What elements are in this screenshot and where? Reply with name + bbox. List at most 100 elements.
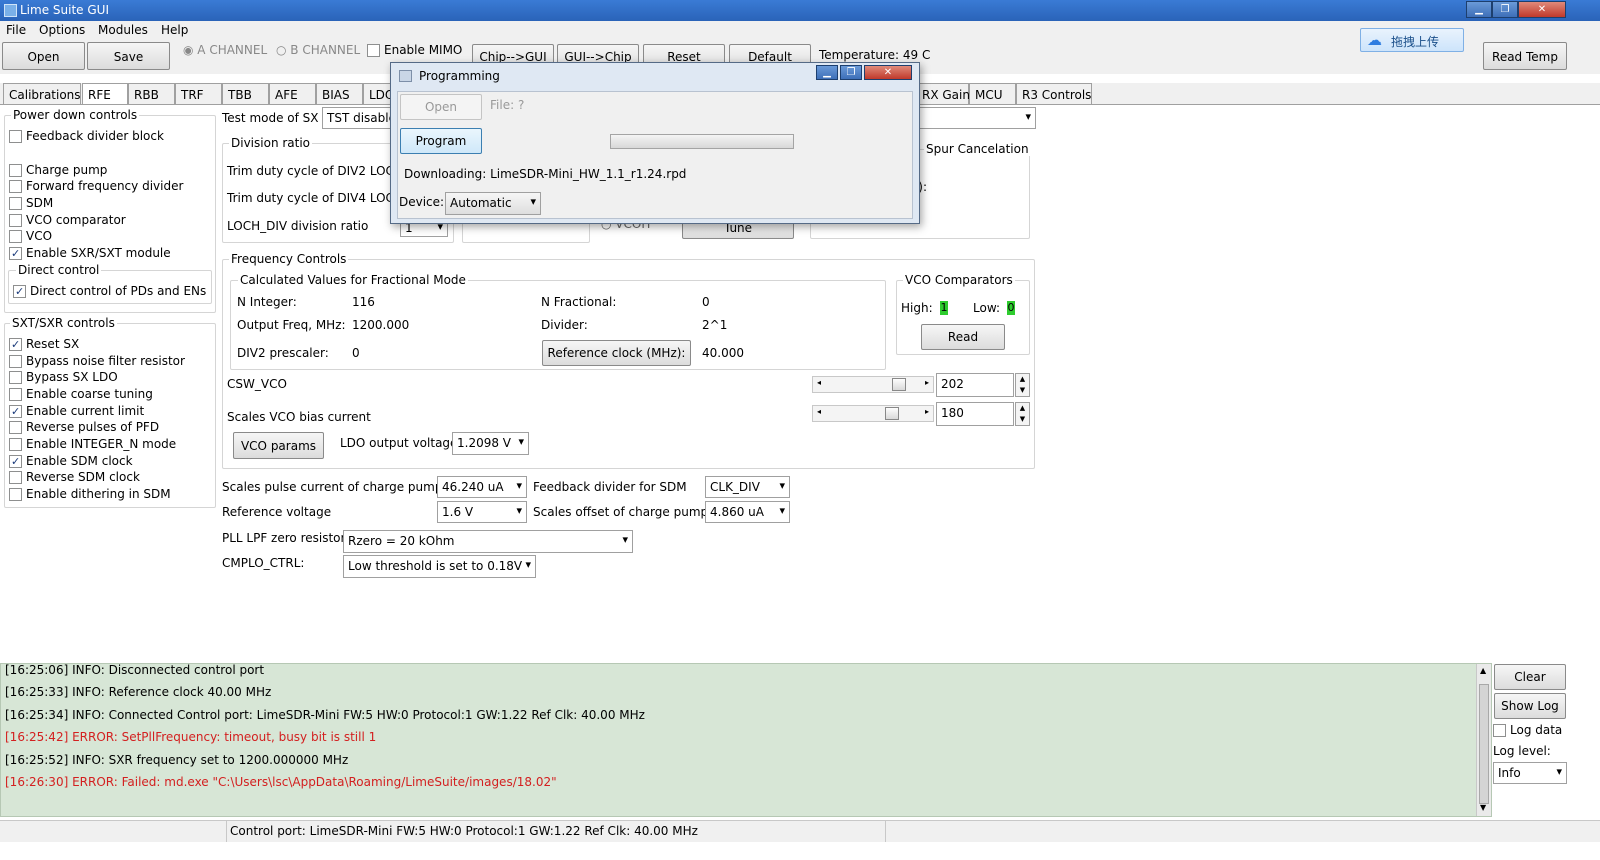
vco-bias-spinbox[interactable]: 180 bbox=[936, 402, 1014, 426]
menu-file[interactable]: File bbox=[6, 23, 26, 37]
tab-bias[interactable]: BIAS bbox=[316, 83, 363, 105]
dialog-close-button[interactable]: ✕ bbox=[864, 65, 912, 80]
open-button[interactable]: Open bbox=[2, 42, 85, 70]
reset-sx-checkbox[interactable]: Reset SX bbox=[9, 337, 79, 352]
arrow-right-icon[interactable]: ▸ bbox=[925, 407, 929, 416]
enable-current-limit-checkbox[interactable]: Enable current limit bbox=[9, 404, 144, 419]
direct-control-checkbox[interactable]: Direct control of PDs and ENs bbox=[13, 284, 206, 299]
tab-rfe[interactable]: RFE bbox=[82, 83, 128, 105]
feedback-sdm-label: Feedback divider for SDM bbox=[533, 480, 687, 494]
cmplo-ctrl-label: CMPLO_CTRL: bbox=[222, 556, 305, 570]
minimize-button[interactable]: ▁ bbox=[1466, 1, 1492, 18]
checkbox-checked-icon bbox=[9, 454, 22, 469]
dialog-maximize-button[interactable]: ❐ bbox=[840, 65, 862, 80]
log-line-error: [16:26:30] ERROR: Failed: md.exe "C:\Use… bbox=[5, 775, 557, 789]
bypass-noise-filter-checkbox[interactable]: Bypass noise filter resistor bbox=[9, 354, 185, 369]
device-select[interactable]: Automatic bbox=[445, 192, 541, 215]
cloud-upload-label: 拖拽上传 bbox=[1391, 35, 1440, 49]
csw-vco-spin-arrows[interactable]: ▲ ▼ bbox=[1015, 373, 1030, 397]
offset-charge-pump-select[interactable]: 4.860 uA bbox=[705, 501, 790, 523]
enable-sdm-clock-checkbox[interactable]: Enable SDM clock bbox=[9, 454, 133, 469]
lpf-zero-resistor-select[interactable]: Rzero = 20 kOhm bbox=[343, 530, 633, 553]
show-log-button[interactable]: Show Log bbox=[1494, 693, 1566, 719]
scroll-up-icon[interactable]: ▲ bbox=[1480, 666, 1486, 675]
checkbox-checked-icon bbox=[9, 404, 22, 419]
programming-progress-bar bbox=[610, 134, 794, 149]
arrow-left-icon[interactable]: ◂ bbox=[817, 378, 821, 387]
save-button[interactable]: Save bbox=[87, 42, 170, 70]
checkbox-icon bbox=[9, 230, 22, 243]
program-button[interactable]: Program bbox=[400, 128, 482, 154]
vco-bias-slider[interactable]: ◂ ▸ bbox=[812, 405, 934, 422]
scroll-thumb[interactable] bbox=[1479, 684, 1489, 804]
checkbox-icon bbox=[9, 421, 22, 434]
read-temp-button[interactable]: Read Temp bbox=[1483, 42, 1567, 70]
menu-help[interactable]: Help bbox=[161, 23, 188, 37]
csw-vco-label: CSW_VCO bbox=[227, 377, 287, 391]
vco-params-button[interactable]: VCO params bbox=[233, 432, 324, 459]
log-pane[interactable]: [16:25:06] INFO: Disconnected control po… bbox=[0, 663, 1492, 817]
slider-thumb[interactable] bbox=[892, 378, 907, 391]
log-data-checkbox[interactable]: Log data bbox=[1493, 723, 1562, 738]
slider-thumb[interactable] bbox=[884, 407, 899, 420]
menu-options[interactable]: Options bbox=[39, 23, 85, 37]
charge-pump-checkbox[interactable]: Charge pump bbox=[9, 163, 107, 178]
vco-comparators-title: VCO Comparators bbox=[903, 273, 1015, 287]
divider-value: 2^1 bbox=[702, 318, 728, 332]
close-button[interactable]: ✕ bbox=[1518, 1, 1566, 18]
arrow-right-icon[interactable]: ▸ bbox=[925, 378, 929, 387]
vco-comparator-checkbox[interactable]: VCO comparator bbox=[9, 213, 126, 228]
cloud-upload-button[interactable]: ☁ 拖拽上传 bbox=[1360, 28, 1464, 52]
enable-coarse-tuning-checkbox[interactable]: Enable coarse tuning bbox=[9, 387, 153, 402]
tab-rbb[interactable]: RBB bbox=[128, 83, 175, 105]
ldo-output-select[interactable]: 1.2098 V bbox=[452, 432, 529, 455]
checkbox-checked-icon bbox=[9, 337, 22, 352]
tab-trf[interactable]: TRF bbox=[175, 83, 222, 105]
frequency-controls-title: Frequency Controls bbox=[229, 252, 349, 266]
forward-divider-checkbox[interactable]: Forward frequency divider bbox=[9, 179, 183, 194]
log-scrollbar[interactable]: ▲ ▼ bbox=[1476, 664, 1491, 816]
reference-clock-button[interactable]: Reference clock (MHz): bbox=[542, 340, 691, 366]
tab-ldo[interactable]: LDO bbox=[363, 83, 394, 105]
checkbox-icon bbox=[9, 371, 22, 384]
scroll-down-icon[interactable]: ▼ bbox=[1480, 803, 1486, 812]
tab-rx-gain[interactable]: RX Gain bbox=[916, 83, 970, 105]
sdm-checkbox[interactable]: SDM bbox=[9, 196, 53, 211]
log-level-label: Log level: bbox=[1493, 744, 1551, 758]
csw-vco-slider[interactable]: ◂ ▸ bbox=[812, 376, 934, 393]
downloading-label: Downloading: LimeSDR-Mini_HW_1.1_r1.24.r… bbox=[404, 167, 687, 181]
menu-modules[interactable]: Modules bbox=[98, 23, 148, 37]
log-level-select[interactable]: Info bbox=[1493, 762, 1567, 784]
clear-log-button[interactable]: Clear bbox=[1494, 664, 1566, 690]
tab-calibrations[interactable]: Calibrations bbox=[3, 83, 81, 105]
feedback-sdm-select[interactable]: CLK_DIV bbox=[705, 476, 790, 498]
tab-tbb[interactable]: TBB bbox=[222, 83, 269, 105]
reverse-pfd-checkbox[interactable]: Reverse pulses of PFD bbox=[9, 420, 159, 435]
enable-mimo-checkbox[interactable]: Enable MIMO bbox=[367, 43, 462, 58]
a-channel-radio[interactable]: ◉ A CHANNEL bbox=[183, 43, 267, 57]
title-bar: Lime Suite GUI ▁ ❐ ✕ bbox=[0, 0, 1600, 21]
ldo-output-label: LDO output voltage bbox=[340, 436, 458, 450]
enable-dithering-checkbox[interactable]: Enable dithering in SDM bbox=[9, 487, 171, 502]
tab-r3-controls[interactable]: R3 Controls bbox=[1016, 83, 1092, 105]
enable-sxr-sxt-checkbox[interactable]: Enable SXR/SXT module bbox=[9, 246, 171, 261]
reverse-sdm-clock-checkbox[interactable]: Reverse SDM clock bbox=[9, 470, 140, 485]
csw-vco-spinbox[interactable]: 202 bbox=[936, 373, 1014, 397]
bypass-sx-ldo-checkbox[interactable]: Bypass SX LDO bbox=[9, 370, 118, 385]
b-channel-radio[interactable]: ○ B CHANNEL bbox=[276, 43, 360, 57]
maximize-button[interactable]: ❐ bbox=[1492, 1, 1518, 18]
read-vco-button[interactable]: Read bbox=[921, 324, 1005, 350]
dialog-minimize-button[interactable]: ▁ bbox=[816, 65, 838, 80]
enable-integer-n-checkbox[interactable]: Enable INTEGER_N mode bbox=[9, 437, 176, 452]
arrow-left-icon[interactable]: ◂ bbox=[817, 407, 821, 416]
reference-voltage-select[interactable]: 1.6 V bbox=[437, 501, 527, 523]
checkbox-icon bbox=[367, 44, 380, 57]
tab-afe[interactable]: AFE bbox=[269, 83, 316, 105]
dialog-open-button[interactable]: Open bbox=[400, 94, 482, 120]
feedback-divider-checkbox[interactable]: Feedback divider block bbox=[9, 129, 164, 144]
vco-bias-spin-arrows[interactable]: ▲ ▼ bbox=[1015, 402, 1030, 426]
cmplo-ctrl-select[interactable]: Low threshold is set to 0.18V bbox=[343, 555, 536, 578]
pulse-current-select[interactable]: 46.240 uA bbox=[437, 476, 527, 498]
vco-checkbox[interactable]: VCO bbox=[9, 229, 52, 244]
tab-mcu[interactable]: MCU bbox=[969, 83, 1016, 105]
